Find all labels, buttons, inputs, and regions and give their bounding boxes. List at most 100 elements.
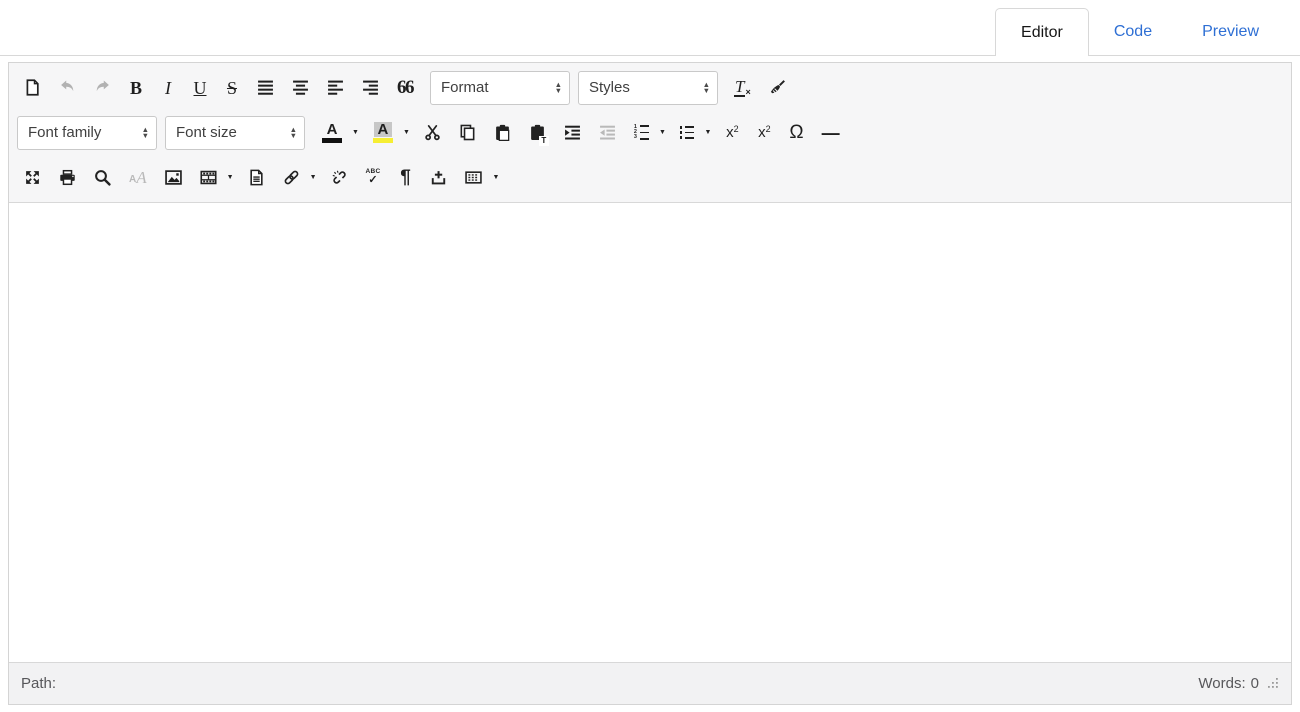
unordered-list-button[interactable] xyxy=(674,116,701,150)
align-center-icon xyxy=(292,79,309,96)
font-size-select[interactable]: Font size ▲▼ xyxy=(165,116,305,150)
superscript-button[interactable]: x2 xyxy=(751,116,777,150)
outdent-icon xyxy=(599,124,616,141)
redo-button[interactable] xyxy=(88,71,117,105)
new-document-icon xyxy=(24,79,41,96)
horizontal-rule-button[interactable]: — xyxy=(816,116,846,150)
cleanup-button[interactable] xyxy=(763,71,792,105)
table-button[interactable] xyxy=(459,161,488,195)
blockquote-button[interactable]: 66 xyxy=(391,71,419,105)
font-family-select[interactable]: Font family ▲▼ xyxy=(17,116,157,150)
editor-toolbar: B I U S 66 Format ▲▼ Styles ▲▼ xyxy=(9,63,1291,203)
search-button[interactable] xyxy=(88,161,117,195)
insert-content-button[interactable] xyxy=(424,161,453,195)
subscript-button[interactable]: x2 xyxy=(719,116,745,150)
tab-code[interactable]: Code xyxy=(1089,8,1177,55)
toolbar-row-2: Font family ▲▼ Font size ▲▼ A ▼ A ▼ xyxy=(15,110,1285,155)
search-icon xyxy=(94,169,111,186)
paste-icon xyxy=(494,124,511,141)
image-icon xyxy=(165,169,182,186)
ordered-list-menu-caret[interactable]: ▼ xyxy=(659,129,666,136)
resize-grip[interactable] xyxy=(1268,678,1279,689)
redo-icon xyxy=(94,79,111,96)
text-color-button[interactable]: A xyxy=(316,116,348,150)
print-button[interactable] xyxy=(53,161,82,195)
paste-button[interactable] xyxy=(488,116,517,150)
media-menu-caret[interactable]: ▼ xyxy=(227,174,234,181)
clear-formatting-button[interactable]: T × xyxy=(728,71,757,105)
toolbar-row-1: B I U S 66 Format ▲▼ Styles ▲▼ xyxy=(15,65,1285,110)
indent-button[interactable] xyxy=(558,116,587,150)
template-button[interactable] xyxy=(242,161,271,195)
table-grid-icon xyxy=(465,169,482,186)
undo-button[interactable] xyxy=(53,71,82,105)
subscript-icon: x2 xyxy=(726,125,739,140)
fonts-button[interactable]: A A xyxy=(123,161,153,195)
indent-icon xyxy=(564,124,581,141)
link-icon xyxy=(283,169,300,186)
scissors-icon xyxy=(424,124,441,141)
unordered-list-menu-caret[interactable]: ▼ xyxy=(704,129,711,136)
unlink-icon xyxy=(331,169,348,186)
show-paragraph-marks-button[interactable]: ¶ xyxy=(392,161,418,195)
word-count: Words: 0 xyxy=(1198,675,1279,692)
tab-editor[interactable]: Editor xyxy=(995,8,1089,56)
superscript-icon: x2 xyxy=(758,125,771,140)
styles-select[interactable]: Styles ▲▼ xyxy=(578,71,718,105)
copy-button[interactable] xyxy=(453,116,482,150)
styles-select-value: Styles xyxy=(589,79,630,96)
strikethrough-button[interactable]: S xyxy=(219,71,245,105)
spellcheck-icon: ABC ✓ xyxy=(366,169,381,186)
new-document-button[interactable] xyxy=(18,71,47,105)
font-family-select-value: Font family xyxy=(28,124,101,141)
fullscreen-button[interactable] xyxy=(18,161,47,195)
bold-button[interactable]: B xyxy=(123,71,149,105)
words-label: Words: xyxy=(1198,675,1245,692)
fullscreen-icon xyxy=(24,169,41,186)
ordered-list-button[interactable]: 1 2 3 xyxy=(628,116,655,150)
broom-icon xyxy=(769,79,786,96)
text-color-icon: A xyxy=(322,122,342,143)
editor-statusbar: Path: Words: 0 xyxy=(9,662,1291,704)
insert-media-button[interactable] xyxy=(194,161,223,195)
spellcheck-button[interactable]: ABC ✓ xyxy=(360,161,387,195)
align-justify-button[interactable] xyxy=(251,71,280,105)
ordered-list-icon: 1 2 3 xyxy=(634,125,649,140)
undo-icon xyxy=(59,79,76,96)
words-value: 0 xyxy=(1251,675,1259,692)
outdent-button[interactable] xyxy=(593,116,622,150)
paste-as-text-button[interactable]: T xyxy=(523,116,552,150)
editor-content[interactable] xyxy=(9,203,1291,662)
text-color-menu-caret[interactable]: ▼ xyxy=(352,129,359,136)
insert-image-button[interactable] xyxy=(159,161,188,195)
special-character-button[interactable]: Ω xyxy=(783,116,809,150)
italic-button[interactable]: I xyxy=(155,71,181,105)
document-icon xyxy=(248,169,265,186)
unordered-list-icon xyxy=(680,126,695,139)
underline-button[interactable]: U xyxy=(187,71,213,105)
link-menu-caret[interactable]: ▼ xyxy=(310,174,317,181)
align-justify-icon xyxy=(257,79,274,96)
unlink-button[interactable] xyxy=(325,161,354,195)
fonts-icon: A A xyxy=(129,170,147,185)
clear-formatting-icon: T × xyxy=(734,78,751,97)
table-menu-caret[interactable]: ▼ xyxy=(492,174,499,181)
align-right-button[interactable] xyxy=(356,71,385,105)
resize-grip-icon xyxy=(1268,678,1279,689)
align-center-button[interactable] xyxy=(286,71,315,105)
highlight-color-menu-caret[interactable]: ▼ xyxy=(403,129,410,136)
rich-text-editor: B I U S 66 Format ▲▼ Styles ▲▼ xyxy=(8,62,1292,705)
format-select-value: Format xyxy=(441,79,489,96)
font-size-select-value: Font size xyxy=(176,124,237,141)
chevron-updown-icon: ▲▼ xyxy=(703,82,710,94)
copy-icon xyxy=(459,124,476,141)
format-select[interactable]: Format ▲▼ xyxy=(430,71,570,105)
align-left-button[interactable] xyxy=(321,71,350,105)
tab-preview[interactable]: Preview xyxy=(1177,8,1284,55)
path-label: Path: xyxy=(21,675,56,692)
toolbar-row-3: A A ▼ ▼ ABC xyxy=(15,155,1285,200)
insert-link-button[interactable] xyxy=(277,161,306,195)
cut-button[interactable] xyxy=(418,116,447,150)
align-right-icon xyxy=(362,79,379,96)
highlight-color-button[interactable]: A xyxy=(367,116,399,150)
